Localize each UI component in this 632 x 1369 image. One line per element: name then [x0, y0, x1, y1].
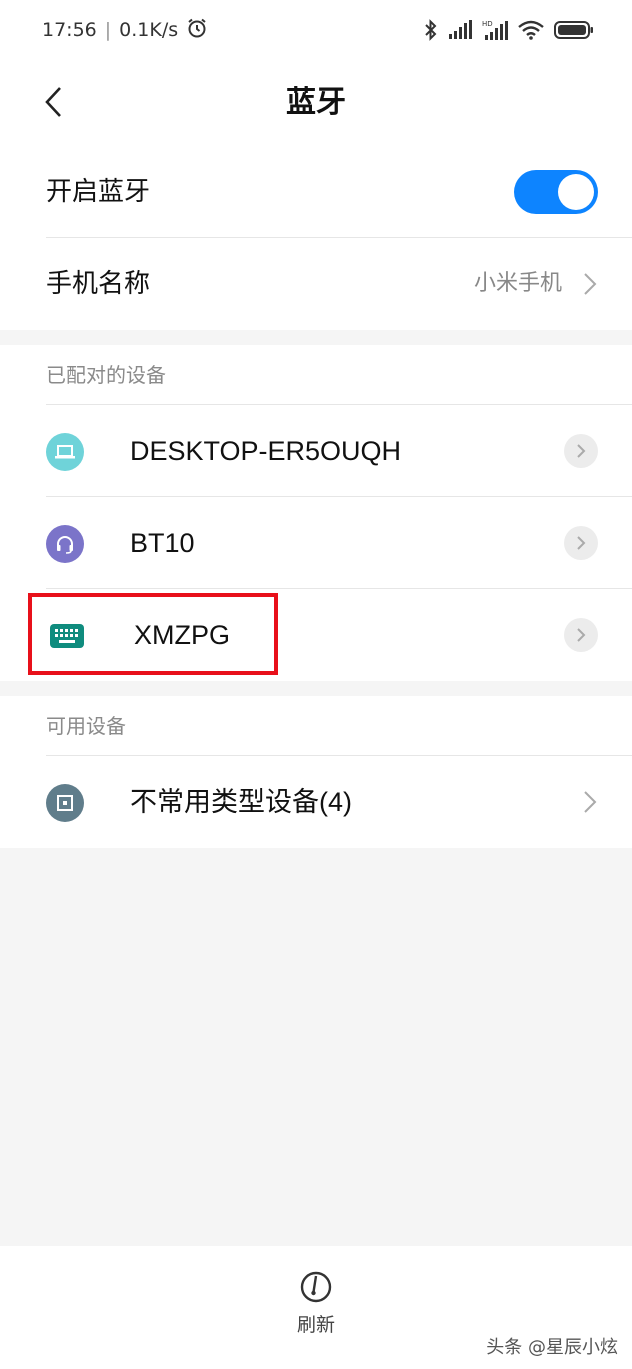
divider	[46, 588, 632, 589]
device-name: DESKTOP-ER5OUQH	[130, 436, 402, 466]
settings-group: 开启蓝牙 手机名称 小米手机	[0, 146, 632, 330]
wifi-icon	[518, 20, 544, 40]
status-bar: 17:56 | 0.1K/s HD	[0, 0, 632, 60]
watermark: 头条 @星辰小炫	[486, 1337, 618, 1358]
bluetooth-toggle-label: 开启蓝牙	[46, 177, 151, 207]
device-details-button[interactable]	[564, 526, 598, 560]
device-name: BT10	[130, 528, 195, 558]
status-time: 17:56	[42, 19, 97, 41]
bluetooth-toggle[interactable]	[514, 170, 598, 214]
alarm-icon	[186, 17, 208, 44]
status-net-speed: 0.1K/s	[119, 19, 179, 41]
bluetooth-icon	[424, 19, 438, 41]
paired-devices-title: 已配对的设备	[46, 363, 166, 387]
device-details-button[interactable]	[564, 618, 598, 652]
divider	[46, 496, 632, 497]
phone-name-row[interactable]: 手机名称 小米手机	[0, 238, 632, 330]
chevron-right-icon	[577, 536, 586, 550]
unknown-device-icon	[46, 784, 84, 822]
available-device-row[interactable]: 不常用类型设备(4)	[0, 756, 632, 848]
status-left: 17:56 | 0.1K/s	[42, 17, 208, 44]
svg-text:HD: HD	[482, 20, 493, 28]
chevron-right-icon	[577, 628, 586, 642]
device-details-button[interactable]	[564, 434, 598, 468]
chevron-right-icon	[584, 791, 597, 813]
device-name: XMZPG	[134, 620, 231, 650]
paired-device-row[interactable]: XMZPG	[0, 589, 632, 681]
laptop-icon	[46, 433, 84, 471]
paired-device-row[interactable]: DESKTOP-ER5OUQH	[0, 405, 632, 497]
signal-icon	[448, 20, 472, 40]
status-separator: |	[104, 19, 112, 41]
hd-signal-icon: HD	[482, 19, 508, 41]
divider	[46, 404, 632, 405]
device-name: 不常用类型设备(4)	[130, 787, 352, 817]
back-button[interactable]	[36, 82, 72, 122]
headset-icon	[46, 525, 84, 563]
title-bar: 蓝牙	[0, 60, 632, 146]
chevron-right-icon	[584, 273, 597, 295]
keyboard-icon	[48, 617, 86, 655]
divider	[46, 755, 632, 756]
paired-device-row[interactable]: BT10	[0, 497, 632, 589]
bottom-bar: 刷新 头条 @星辰小炫	[0, 1246, 632, 1369]
toggle-knob	[558, 174, 594, 210]
status-right: HD	[424, 19, 594, 41]
available-devices-title: 可用设备	[46, 714, 126, 738]
bluetooth-toggle-row[interactable]: 开启蓝牙	[0, 146, 632, 238]
page-title: 蓝牙	[286, 85, 346, 120]
refresh-icon	[300, 1271, 332, 1303]
chevron-right-icon	[577, 444, 586, 458]
battery-icon	[554, 20, 594, 40]
chevron-left-icon	[45, 87, 61, 117]
refresh-button[interactable]: 刷新	[276, 1270, 356, 1350]
phone-name-label: 手机名称	[46, 269, 151, 299]
paired-devices-header: 已配对的设备	[0, 345, 632, 405]
available-devices-header: 可用设备	[0, 696, 632, 756]
refresh-label: 刷新	[296, 1314, 335, 1336]
phone-name-value: 小米手机	[473, 271, 562, 296]
